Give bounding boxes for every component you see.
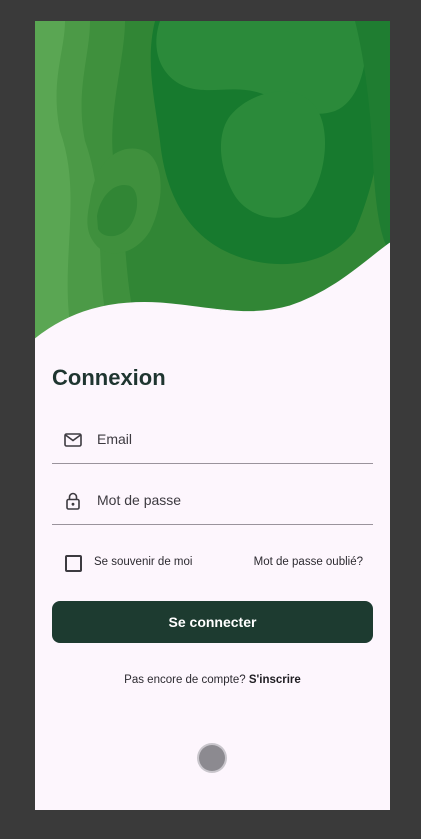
forgot-password-link[interactable]: Mot de passe oublié? [254, 556, 363, 568]
login-button[interactable]: Se connecter [52, 601, 373, 643]
lock-icon [63, 491, 83, 511]
email-field[interactable]: Email [52, 419, 373, 464]
remember-row: Se souvenir de moi Mot de passe oublié? [52, 551, 373, 575]
page-title: Connexion [52, 365, 166, 390]
password-placeholder: Mot de passe [97, 492, 182, 508]
password-field[interactable]: Mot de passe [52, 480, 373, 525]
signup-prompt: Pas encore de compte? [124, 674, 249, 686]
signup-link[interactable]: S'inscrire [249, 674, 301, 686]
signup-row: Pas encore de compte? S'inscrire [35, 674, 390, 686]
home-button[interactable] [199, 745, 225, 771]
hero-illustration [35, 21, 390, 351]
login-screen: Connexion Email Mot de passe Se souvenir… [35, 21, 390, 810]
remember-label[interactable]: Se souvenir de moi [94, 556, 192, 568]
email-placeholder: Email [97, 431, 133, 447]
remember-checkbox[interactable] [65, 555, 82, 572]
mail-icon [63, 430, 83, 450]
